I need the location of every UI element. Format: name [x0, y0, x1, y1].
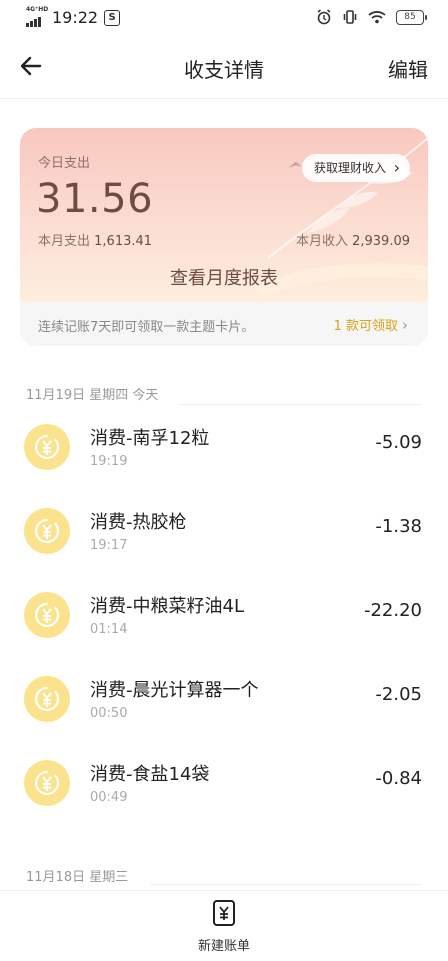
date-header: 11月18日 星期三	[26, 870, 129, 885]
wifi-icon	[368, 11, 386, 24]
transaction-row[interactable]: 消费-南孚12粒 19:19 -5.09	[0, 406, 448, 490]
date-header: 11月19日 星期四 今天	[26, 388, 159, 403]
month-expense-label: 本月支出	[38, 234, 91, 249]
transaction-time: 01:14	[90, 622, 128, 637]
summary-card-top: 今日支出 31.56 本月支出 1,613.41 本月收入 2,939.09 获…	[20, 128, 428, 302]
status-bar: 4G⁺HD 19:22 S 85	[0, 0, 448, 34]
claim-label: 1 款可领取	[333, 319, 398, 334]
transaction-row[interactable]: 消费-食盐14袋 00:49 -0.84	[0, 742, 448, 826]
theme-card-banner[interactable]: 连续记账7天即可领取一款主题卡片。 1 款可领取 ›	[20, 302, 428, 346]
edit-button[interactable]: 编辑	[388, 54, 428, 83]
transaction-amount: -2.05	[375, 684, 422, 705]
finance-income-label: 获取理财收入	[313, 161, 386, 175]
today-expense-label: 今日支出	[38, 156, 91, 171]
header: 收支详情 编辑	[0, 34, 448, 99]
month-income-label: 本月收入	[295, 234, 348, 249]
today-expense-value: 31.56	[36, 176, 154, 222]
finance-income-button[interactable]: 获取理财收入 ›	[301, 154, 410, 182]
month-expense: 本月支出 1,613.41	[38, 230, 152, 249]
page-title: 收支详情	[184, 58, 264, 82]
transaction-time: 19:17	[90, 538, 128, 553]
vibrate-icon	[343, 10, 357, 24]
transaction-time: 19:19	[90, 454, 128, 469]
claim-link[interactable]: 1 款可领取 ›	[334, 315, 408, 334]
transaction-row[interactable]: 消费-热胶枪 19:17 -1.38	[0, 490, 448, 574]
transaction-amount: -5.09	[375, 432, 422, 453]
transaction-row[interactable]: 消费-中粮菜籽油4L 01:14 -22.20	[0, 574, 448, 658]
status-time: 19:22	[52, 8, 99, 27]
new-bill-button[interactable]: 新建账单	[174, 899, 274, 959]
signal-icon: 4G⁺HD	[26, 5, 49, 27]
yuan-coin-icon	[24, 676, 70, 722]
transaction-time: 00:49	[90, 790, 128, 805]
divider	[150, 884, 422, 885]
transaction-title: 消费-中粮菜籽油4L	[90, 596, 244, 617]
yuan-coin-icon	[24, 592, 70, 638]
yuan-coin-icon	[24, 508, 70, 554]
new-bill-label: 新建账单	[197, 939, 250, 954]
transaction-title: 消费-南孚12粒	[90, 428, 210, 449]
divider	[180, 404, 422, 405]
transaction-amount: -1.38	[375, 516, 422, 537]
battery-icon: 85	[396, 9, 427, 25]
bill-icon	[213, 900, 235, 926]
transaction-title: 消费-晨光计算器一个	[90, 680, 259, 701]
summary-card: 今日支出 31.56 本月支出 1,613.41 本月收入 2,939.09 获…	[20, 128, 428, 346]
alarm-icon	[317, 9, 331, 25]
month-income-value: 2,939.09	[352, 234, 410, 249]
month-expense-value: 1,613.41	[94, 234, 153, 249]
month-income: 本月收入 2,939.09	[296, 230, 410, 249]
transaction-time: 00:50	[90, 706, 128, 721]
yuan-coin-icon	[24, 760, 70, 806]
transaction-title: 消费-食盐14袋	[90, 764, 210, 785]
transaction-row[interactable]: 消费-晨光计算器一个 00:50 -2.05	[0, 658, 448, 742]
monthly-report-button[interactable]: 查看月度报表	[20, 264, 428, 290]
notification-icon: S	[104, 9, 121, 26]
network-type: 4G⁺HD	[26, 5, 49, 13]
transaction-title: 消费-热胶枪	[90, 512, 187, 533]
chevron-right-icon: ›	[402, 316, 408, 334]
streak-text: 连续记账7天即可领取一款主题卡片。	[38, 320, 255, 335]
yuan-coin-icon	[24, 424, 70, 470]
transaction-amount: -0.84	[375, 768, 422, 789]
transaction-amount: -22.20	[363, 600, 422, 621]
chevron-right-icon: ›	[393, 158, 400, 177]
bottom-bar: 新建账单	[0, 890, 448, 961]
